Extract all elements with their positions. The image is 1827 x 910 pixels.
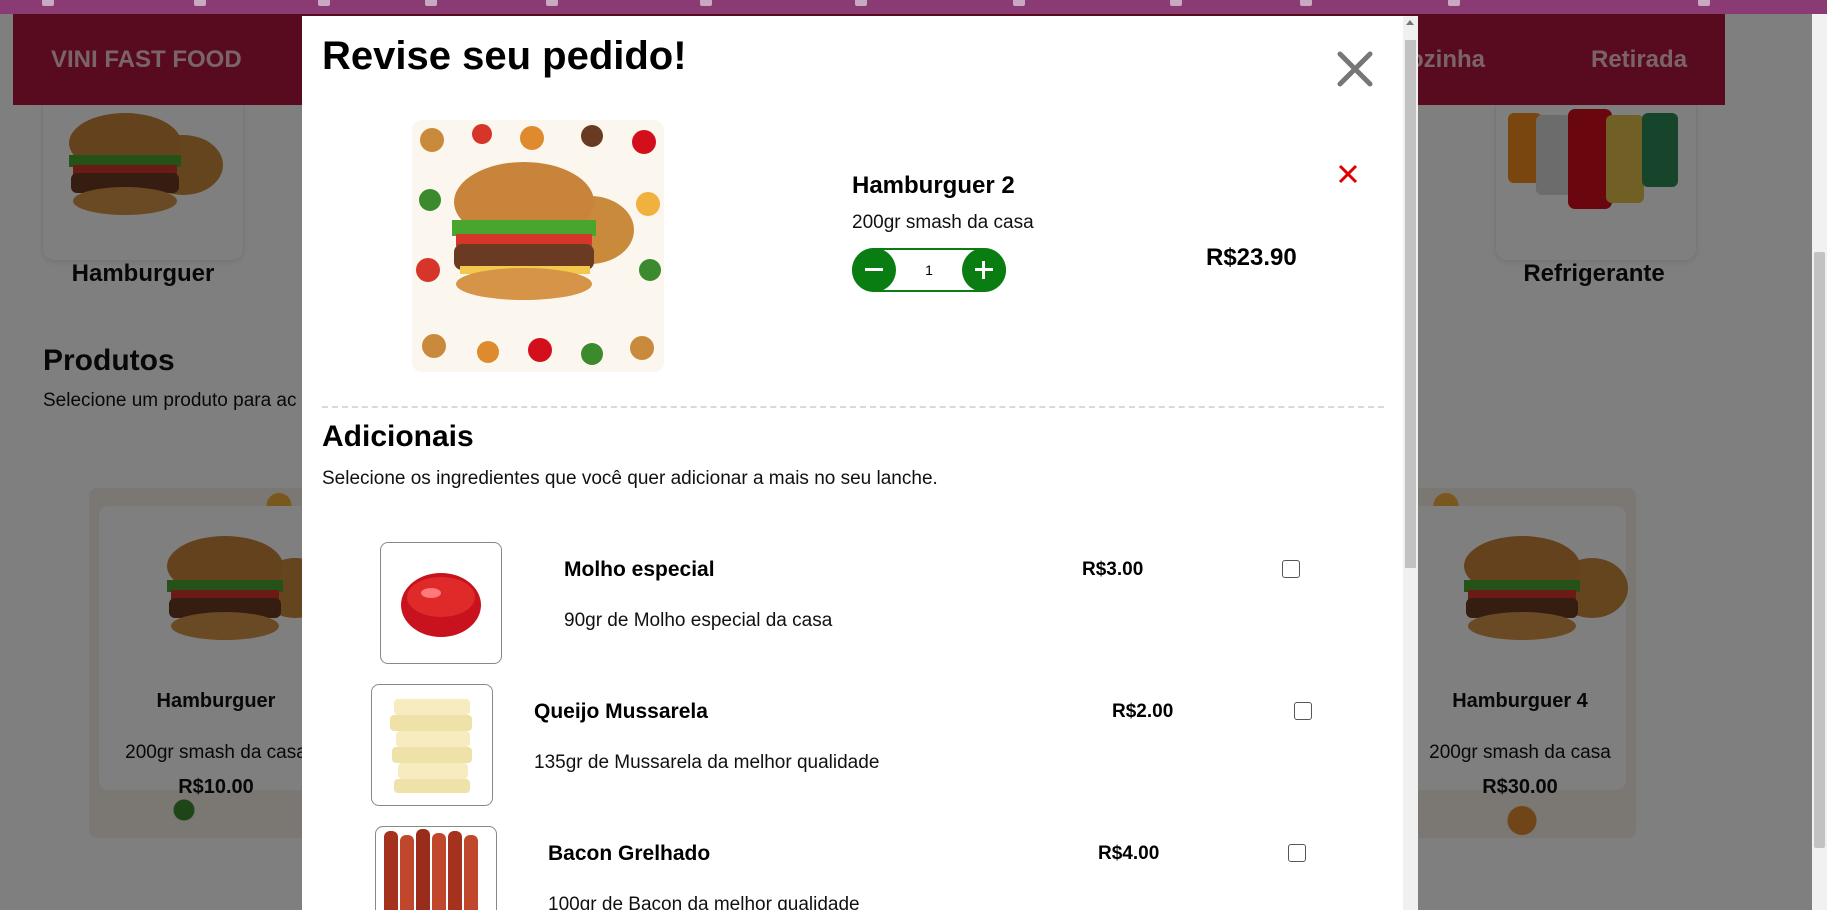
additional-checkbox[interactable] — [1294, 702, 1312, 720]
increment-button[interactable] — [962, 248, 1006, 292]
quantity-stepper — [852, 248, 1006, 292]
additionals-title: Adicionais — [322, 420, 474, 453]
order-review-modal: Revise seu pedido! Hamburguer 2 200gr sm… — [302, 16, 1418, 910]
modal-scrollbar-thumb[interactable] — [1405, 40, 1416, 568]
scroll-up-arrow-icon[interactable] — [1406, 20, 1414, 25]
tab-favicon[interactable] — [546, 0, 558, 6]
tab-favicon[interactable] — [42, 0, 54, 6]
modal-scrollbar[interactable] — [1403, 16, 1418, 910]
plus-icon-vertical — [982, 261, 985, 279]
additional-price: R$2.00 — [1112, 701, 1174, 722]
tab-favicon[interactable] — [1170, 0, 1182, 6]
bacon-strips-image — [384, 829, 478, 910]
remove-icon[interactable] — [1336, 162, 1360, 186]
additional-image-bacon — [375, 826, 497, 910]
additional-name: Molho especial — [564, 558, 715, 581]
close-icon[interactable] — [1330, 44, 1380, 94]
tab-favicon[interactable] — [1300, 0, 1312, 6]
burger-pattern-image — [412, 120, 664, 372]
page-scrollbar[interactable] — [1812, 14, 1827, 910]
additional-checkbox[interactable] — [1282, 560, 1300, 578]
tab-favicon[interactable] — [1013, 0, 1025, 6]
quantity-input[interactable] — [907, 261, 951, 279]
section-divider — [322, 406, 1384, 408]
additional-description: 135gr de Mussarela da melhor qualidade — [534, 752, 880, 773]
tab-favicon[interactable] — [318, 0, 330, 6]
tab-favicon[interactable] — [1698, 0, 1710, 6]
sauce-bowl-image — [401, 573, 481, 637]
cheese-slices-image — [390, 699, 472, 793]
minus-icon — [865, 268, 883, 271]
additional-price: R$3.00 — [1082, 559, 1144, 580]
additional-description: 90gr de Molho especial da casa — [564, 610, 833, 631]
additional-name: Queijo Mussarela — [534, 700, 708, 723]
additional-price: R$4.00 — [1098, 843, 1160, 864]
tab-favicon[interactable] — [425, 0, 437, 6]
additional-checkbox[interactable] — [1288, 844, 1306, 862]
modal-title: Revise seu pedido! — [322, 34, 687, 78]
page-scrollbar-thumb[interactable] — [1814, 252, 1825, 848]
cart-item-description: 200gr smash da casa — [852, 212, 1034, 233]
decrement-button[interactable] — [852, 248, 896, 292]
additional-image-cheese — [371, 684, 493, 806]
additional-name: Bacon Grelhado — [548, 842, 711, 865]
additionals-subtitle: Selecione os ingredientes que você quer … — [322, 468, 938, 489]
additional-description: 100gr de Bacon da melhor qualidade — [548, 894, 860, 910]
browser-tab-strip — [0, 0, 1827, 14]
tab-favicon[interactable] — [700, 0, 712, 6]
tab-favicon[interactable] — [194, 0, 206, 6]
tab-favicon[interactable] — [855, 0, 867, 6]
cart-item-image — [412, 120, 664, 372]
tab-favicon[interactable] — [1448, 0, 1460, 6]
cart-item-price: R$23.90 — [1206, 244, 1297, 271]
additional-image-sauce — [380, 542, 502, 664]
cart-item-name: Hamburguer 2 — [852, 172, 1015, 199]
